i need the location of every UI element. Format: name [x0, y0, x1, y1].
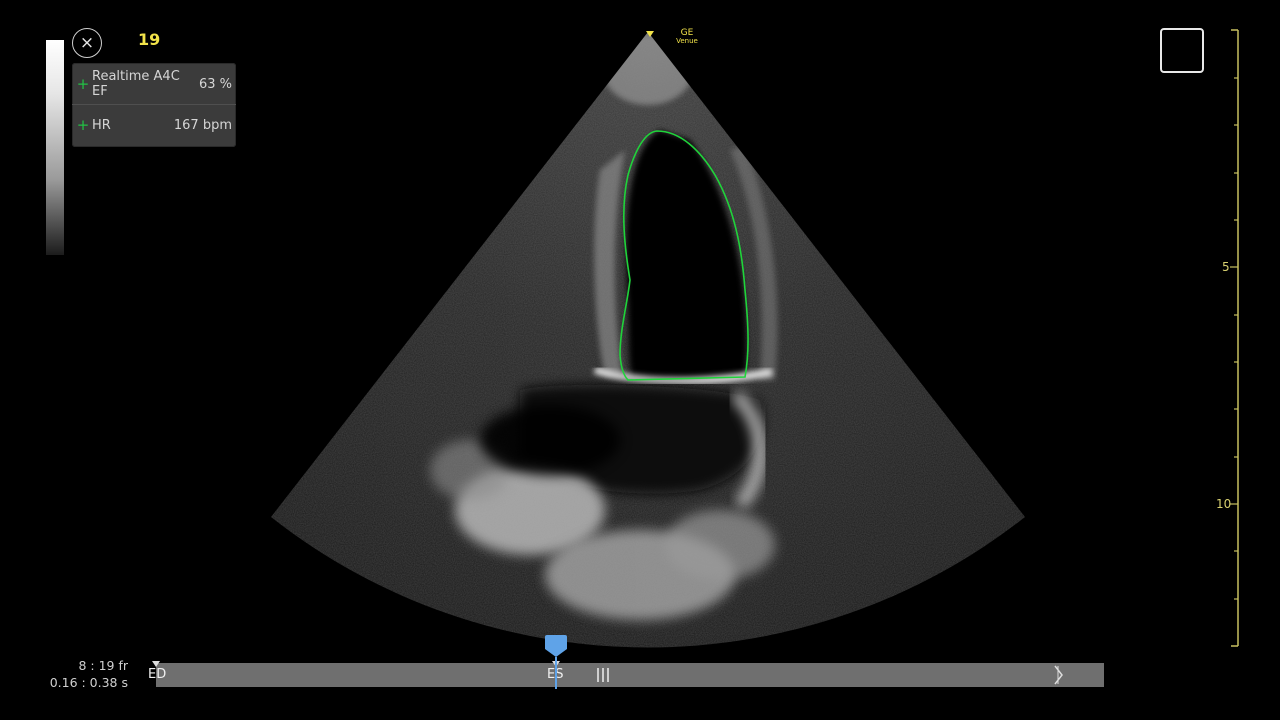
measurement-panel: + Realtime A4C EF 63 % + HR 167 bpm	[72, 63, 236, 147]
add-icon[interactable]: +	[74, 75, 92, 93]
frame-ratio: 8 : 19 fr	[78, 658, 128, 673]
close-button[interactable]: ×	[72, 28, 102, 58]
end-marker-icon[interactable]	[1052, 664, 1066, 686]
measurement-ef[interactable]: + Realtime A4C EF 63 %	[72, 64, 236, 105]
probe-orientation-marker	[646, 31, 654, 37]
measurement-value: 167 bpm	[173, 117, 232, 133]
frame-number: 19	[138, 30, 161, 49]
add-icon[interactable]: +	[74, 116, 92, 134]
ed-label[interactable]: ED	[148, 667, 166, 682]
depth-label-5: 5	[1222, 260, 1230, 274]
depth-scale	[1230, 29, 1239, 647]
measurement-name: HR	[92, 117, 111, 133]
frame-info: 8 : 19 fr 0.16 : 0.38 s	[20, 657, 128, 691]
cine-timeline[interactable]	[156, 663, 1104, 687]
sector-fan	[271, 32, 1025, 648]
measurement-name: Realtime A4C EF	[92, 69, 180, 99]
vendor-product: Venue	[676, 37, 698, 45]
time-ratio: 0.16 : 0.38 s	[49, 675, 128, 690]
playhead-handle[interactable]	[545, 635, 567, 657]
measurement-value: 63 %	[198, 76, 232, 92]
grip-icon[interactable]	[597, 668, 611, 682]
depth-label-10: 10	[1216, 497, 1232, 511]
playhead-line	[555, 657, 557, 689]
vendor-logo: GE Venue	[670, 29, 704, 45]
grayscale-bar	[46, 40, 64, 255]
close-icon: ×	[79, 32, 95, 53]
measurement-hr[interactable]: + HR 167 bpm	[72, 105, 236, 145]
